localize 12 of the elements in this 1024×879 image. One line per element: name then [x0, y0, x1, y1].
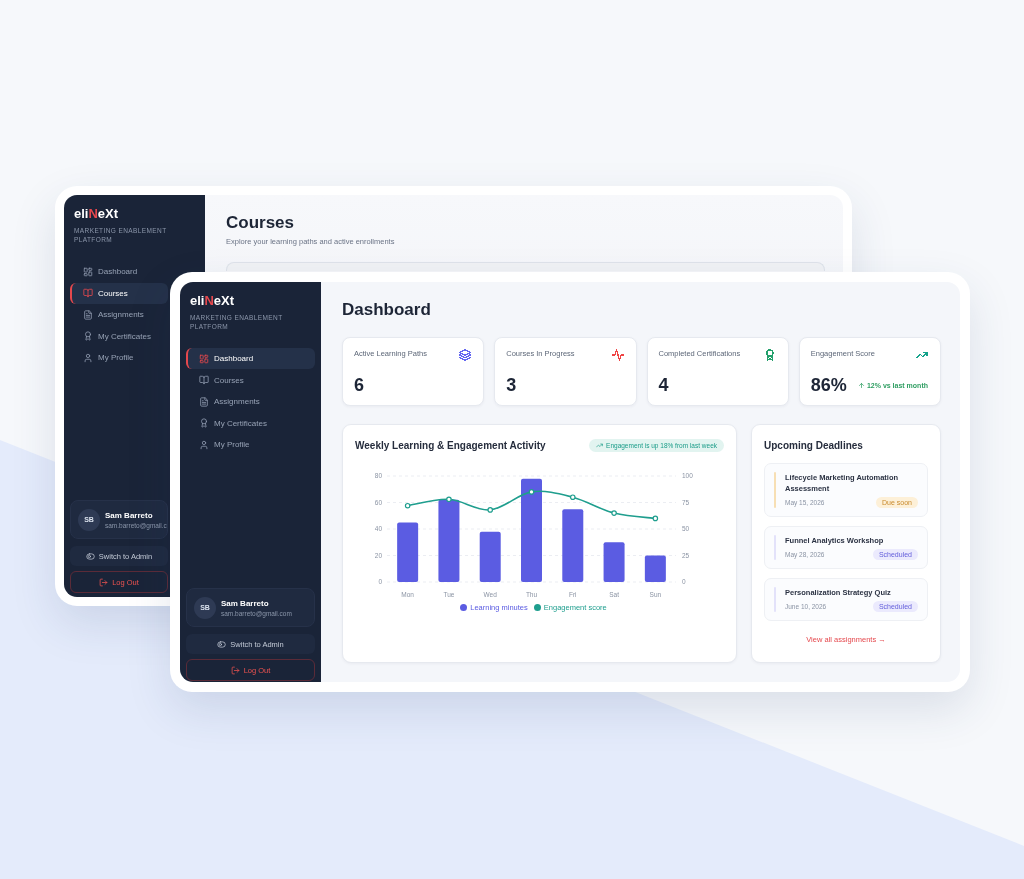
- stat-value: 3: [506, 375, 517, 395]
- logo: eliNeXt: [74, 206, 119, 222]
- page-title: Courses: [226, 213, 296, 233]
- logo: eliNeXt: [190, 293, 235, 309]
- user-name: Sam Barreto: [221, 598, 270, 608]
- card-title: Weekly Learning & Engagement Activity: [355, 439, 546, 451]
- stat-value: 86%: [810, 375, 847, 395]
- page-title: Dashboard: [342, 300, 432, 320]
- stat-value: 6: [354, 375, 364, 395]
- card-title: Upcoming Deadlines: [764, 439, 863, 451]
- user-name: Sam Barreto: [105, 510, 154, 520]
- stat-value: 4: [658, 375, 669, 395]
